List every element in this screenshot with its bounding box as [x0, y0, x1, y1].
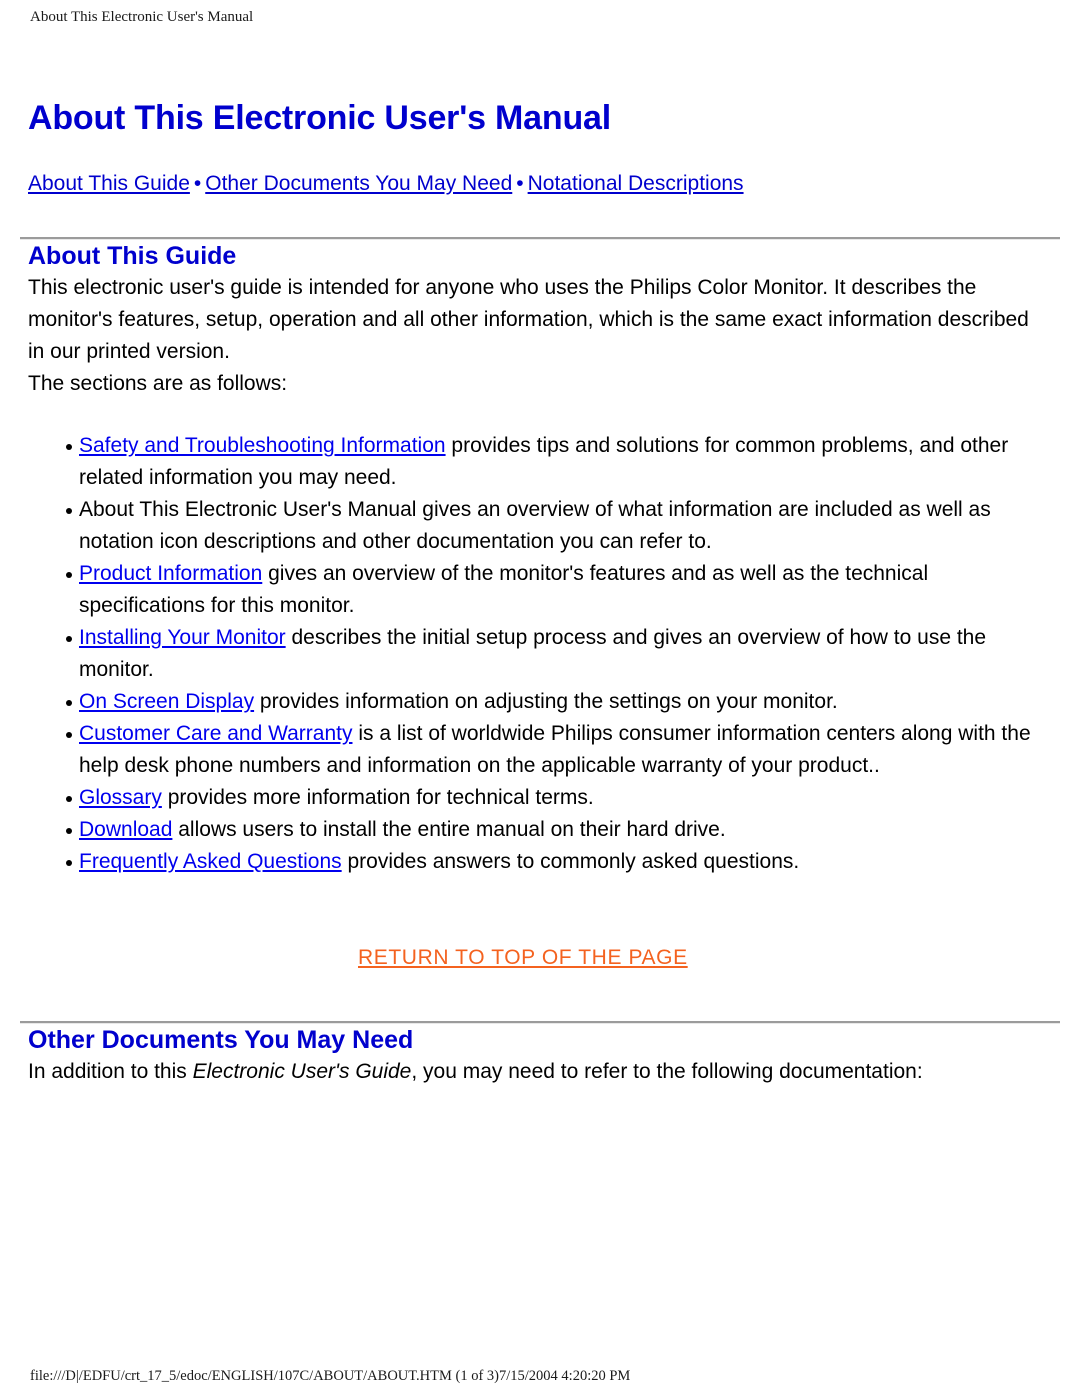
list-item: Installing Your Monitor describes the in… [28, 622, 1058, 686]
other-documents-paragraph-before: In addition to this [28, 1060, 193, 1083]
nav-separator-1: • [193, 172, 202, 195]
section-heading-other-documents: Other Documents You May Need [28, 1026, 414, 1054]
document-body: About This Electronic User's Manual Abou… [0, 96, 1080, 1088]
return-to-top-wrapper: RETURN TO TOP OF THE PAGE [28, 946, 1058, 970]
page-title: About This Electronic User's Manual [28, 99, 611, 137]
other-documents-paragraph-after: , you may need to refer to the following… [411, 1060, 923, 1083]
page-footer-path: file:///D|/EDFU/crt_17_5/edoc/ENGLISH/10… [30, 1368, 631, 1384]
nav-link-about-this-guide[interactable]: About This Guide [28, 172, 190, 195]
sections-list: Safety and Troubleshooting Information p… [28, 430, 1058, 878]
list-item-link-customer-care-warranty[interactable]: Customer Care and Warranty [79, 722, 352, 745]
list-item-link-download[interactable]: Download [79, 818, 172, 841]
list-item-link-glossary[interactable]: Glossary [79, 786, 162, 809]
nav-separator-2: • [516, 172, 524, 195]
top-navigation-links: About This Guide • Other Documents You May… [28, 170, 1058, 198]
list-item: Download allows users to install the ent… [28, 814, 1058, 846]
list-item: Customer Care and Warranty is a list of … [28, 718, 1058, 782]
list-item: Safety and Troubleshooting Information p… [28, 430, 1058, 494]
about-guide-list-lead-in: The sections are as follows: [28, 372, 288, 395]
list-item-text: provides information on adjusting the se… [254, 690, 838, 713]
list-item-text: provides more information for technical … [161, 786, 594, 809]
other-documents-paragraph: In addition to this Electronic User's Gu… [28, 1056, 1058, 1088]
list-item-link-product-information[interactable]: Product Information [79, 562, 262, 585]
list-item: Product Information gives an overview of… [28, 558, 1058, 622]
list-item-link-installing-your-monitor[interactable]: Installing Your Monitor [79, 626, 286, 649]
list-item-text: About This Electronic User's Manual give… [79, 498, 991, 553]
list-item: On Screen Display provides information o… [28, 686, 1058, 718]
list-item: About This Electronic User's Manual give… [28, 494, 1058, 558]
list-item-text: provides answers to commonly asked quest… [341, 850, 800, 873]
list-item-text: allows users to install the entire manua… [172, 818, 726, 841]
list-item: Glossary provides more information for t… [28, 782, 1058, 814]
list-item-link-safety-troubleshooting[interactable]: Safety and Troubleshooting Information [79, 434, 446, 457]
page-running-head: About This Electronic User's Manual [30, 9, 254, 25]
section-heading-about-this-guide: About This Guide [28, 242, 237, 270]
about-guide-intro-paragraph: This electronic user's guide is intended… [28, 276, 1029, 363]
nav-link-other-documents[interactable]: Other Documents You May Need [205, 172, 512, 195]
list-item-link-on-screen-display[interactable]: On Screen Display [79, 690, 254, 713]
nav-link-notational-descriptions[interactable]: Notational Descriptions [528, 172, 744, 195]
list-item-link-frequently-asked-questions[interactable]: Frequently Asked Questions [79, 850, 342, 873]
list-item: Frequently Asked Questions provides answ… [28, 846, 1058, 878]
other-documents-paragraph-italic: Electronic User's Guide [192, 1060, 412, 1083]
return-to-top-link[interactable]: RETURN TO TOP OF THE PAGE [358, 946, 688, 969]
